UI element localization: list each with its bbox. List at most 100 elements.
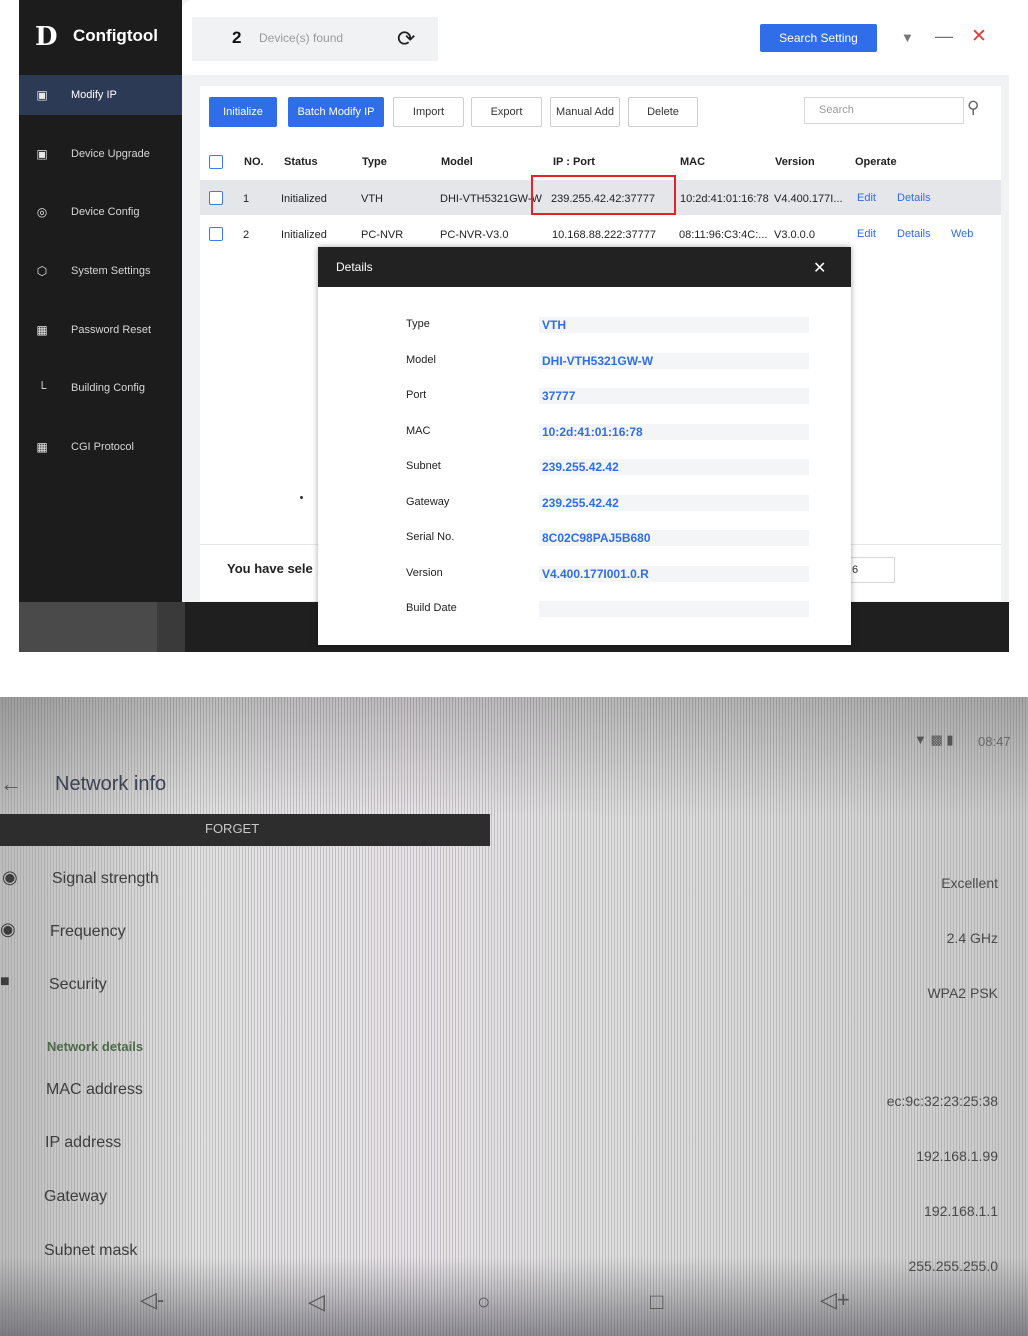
row-checkbox[interactable] [209,227,223,241]
security-label: Security [49,976,107,993]
signal-strength-value: Excellent [941,875,998,891]
mac-address-label: MAC address [46,1081,143,1098]
column-header-status: Status [284,156,318,168]
minimize-icon[interactable]: — [935,26,953,47]
close-icon[interactable]: ✕ [971,25,987,48]
signal-strength-label: Signal strength [52,870,159,887]
upgrade-icon: ▣ [36,147,48,161]
ip-address-label: IP address [45,1134,122,1151]
column-header-model: Model [441,156,473,168]
sidebar-item-device-config[interactable]: ◎ Device Config [19,192,182,232]
row-version: V4.400.177I... [774,193,843,205]
initialize-button[interactable]: Initialize [209,97,277,127]
ip-icon: ▣ [36,88,48,102]
select-all-checkbox[interactable] [209,155,223,169]
field-label-gateway: Gateway [406,496,450,508]
field-label-subnet: Subnet [406,460,441,472]
page-size-input[interactable]: 6 [847,557,895,583]
sidebar-item-label: Device Upgrade [71,148,150,160]
filter-icon[interactable]: ▼ [901,30,914,45]
logo-mark-icon: D [35,22,58,52]
sidebar-item-system-settings[interactable]: ⬡ System Settings [19,251,182,291]
field-value-type: VTH [539,317,809,333]
delete-button[interactable]: Delete [628,97,698,127]
search-setting-button[interactable]: Search Setting [760,24,877,52]
field-label-port: Port [406,389,427,401]
building-icon: └ [37,381,47,395]
page-title: Network info [55,773,167,795]
mac-address-value: ec:9c:32:23:25:38 [886,1093,998,1109]
gateway-label: Gateway [44,1188,108,1205]
column-header-ip-port: IP : Port [553,156,595,168]
sidebar-item-device-upgrade[interactable]: ▣ Device Upgrade [19,134,182,174]
config-icon: ◎ [36,205,48,219]
sidebar: D Configtool ▣ Modify IP ▣ Device Upgrad… [19,0,182,602]
logo: D Configtool [19,0,182,75]
field-label-build-date: Build Date [406,602,457,614]
sidebar-item-label: Modify IP [71,89,117,101]
field-label-type: Type [406,318,430,330]
back-arrow-icon[interactable]: ← [0,771,22,797]
grid-icon: ▦ [36,440,48,454]
sidebar-item-modify-ip[interactable]: ▣ Modify IP [19,75,182,115]
row-status: Initialized [281,229,327,241]
sidebar-item-label: CGI Protocol [71,441,134,453]
import-button[interactable]: Import [393,97,464,127]
sidebar-item-building-config[interactable]: └ Building Config [19,368,182,408]
row-type: PC-NVR [361,229,404,241]
sidebar-item-label: Device Config [71,206,140,218]
home-icon[interactable]: ○ [477,1289,490,1315]
details-link[interactable]: Details [897,192,931,204]
status-time: 08:47 [978,734,1011,749]
volume-up-icon[interactable]: ◁+ [820,1287,850,1313]
edit-link[interactable]: Edit [857,192,876,204]
column-header-type: Type [362,156,387,168]
subnet-mask-label: Subnet mask [44,1242,138,1259]
field-label-model: Model [406,354,436,366]
recents-icon[interactable]: □ [650,1289,663,1315]
back-icon[interactable]: ◁ [308,1289,325,1315]
details-link[interactable]: Details [897,228,931,240]
sidebar-item-cgi-protocol[interactable]: ▦ CGI Protocol [19,427,182,467]
row-version: V3.0.0.0 [774,229,815,241]
settings-icon: ⬡ [36,264,48,278]
configtool-window: D Configtool ▣ Modify IP ▣ Device Upgrad… [19,0,1009,652]
lock-icon: ■ [0,973,10,990]
selection-summary: You have sele [227,561,313,576]
sidebar-item-password-reset[interactable]: ▦ Password Reset [19,310,182,350]
dot [300,496,303,499]
network-details-heading: Network details [47,1039,144,1054]
web-link[interactable]: Web [951,228,973,240]
column-header-mac: MAC [680,156,706,168]
search-icon[interactable]: ⚲ [967,98,979,118]
refresh-icon[interactable]: ⟳ [397,28,415,50]
frequency-label: Frequency [50,923,126,940]
row-status: Initialized [281,193,327,205]
frequency-value: 2.4 GHz [946,930,998,946]
field-label-serial: Serial No. [406,531,455,543]
app-title: Configtool [73,26,158,45]
edit-link[interactable]: Edit [857,228,876,240]
wifi-icon: ◉ [2,867,18,887]
sidebar-item-label: Password Reset [71,324,152,336]
bottom-strip-segment [157,602,185,652]
ip-address-value: 192.168.1.99 [916,1148,998,1164]
volume-down-icon[interactable]: ◁- [140,1287,164,1313]
dialog-header: Details ✕ [318,247,851,287]
manual-add-button[interactable]: Manual Add [550,97,620,127]
close-icon[interactable]: ✕ [813,258,826,278]
field-value-gateway: 239.255.42.42 [539,495,809,511]
security-value: WPA2 PSK [927,985,998,1001]
dialog-title: Details [336,260,373,274]
row-checkbox[interactable] [209,191,223,205]
field-label-mac: MAC [406,425,431,437]
export-button[interactable]: Export [471,97,542,127]
sidebar-item-label: System Settings [71,265,151,277]
subnet-mask-value: 255.255.255.0 [908,1258,998,1274]
row-mac: 08:11:96:C3:4C:... [679,229,768,241]
column-header-no: NO. [244,156,264,168]
field-value-mac: 10:2d:41:01:16:78 [539,424,809,440]
batch-modify-ip-button[interactable]: Batch Modify IP [288,97,384,127]
search-input[interactable]: Search [804,97,964,124]
device-found-label: Device(s) found [259,31,344,45]
